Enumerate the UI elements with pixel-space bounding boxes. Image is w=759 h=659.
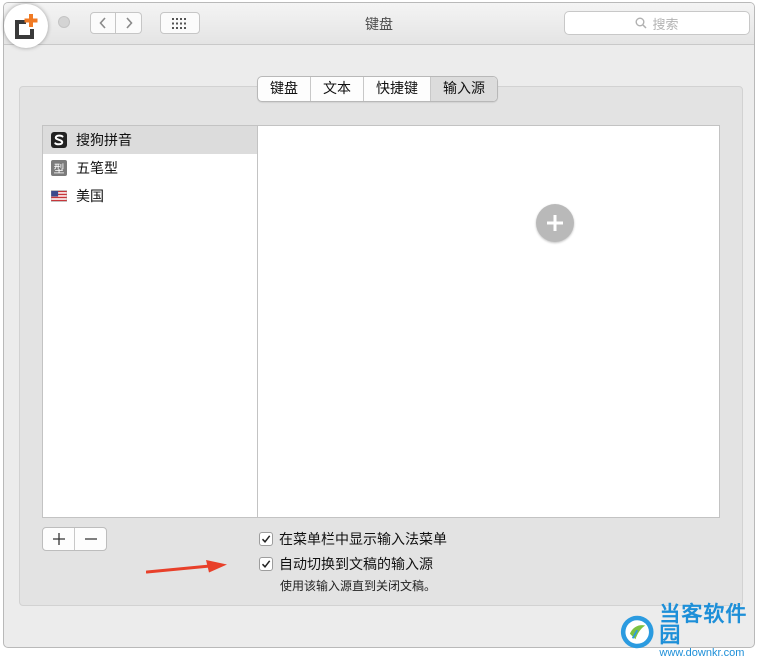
plus-icon — [52, 533, 65, 545]
show-menu-option[interactable]: 在菜单栏中显示输入法菜单 — [259, 529, 447, 549]
checkmark-icon — [261, 535, 271, 543]
us-flag-icon — [51, 188, 67, 204]
red-arrow-annotation-icon — [146, 560, 227, 574]
tab-text[interactable]: 文本 — [310, 77, 363, 101]
tab-bar: 键盘 文本 快捷键 输入源 — [257, 76, 498, 102]
auto-switch-checkbox[interactable] — [259, 557, 273, 571]
minus-icon — [84, 538, 97, 540]
input-source-list: 搜狗拼音 型 五笔型 美国 — [42, 125, 258, 518]
app-logo-icon — [4, 4, 48, 48]
list-item-label: 搜狗拼音 — [76, 133, 132, 149]
search-icon — [635, 17, 648, 29]
title-bar: 键盘 搜索 — [4, 3, 754, 45]
add-input-source-button[interactable] — [536, 204, 574, 242]
list-item-wubi[interactable]: 型 五笔型 — [43, 154, 257, 182]
auto-switch-note: 使用该输入源直到关闭文稿。 — [280, 579, 437, 593]
svg-text:型: 型 — [54, 162, 65, 176]
tab-shortcuts[interactable]: 快捷键 — [363, 77, 430, 101]
remove-button[interactable] — [74, 528, 106, 550]
tab-input-sources[interactable]: 输入源 — [430, 77, 497, 101]
tab-keyboard[interactable]: 键盘 — [258, 77, 310, 101]
list-item-label: 五笔型 — [76, 161, 118, 177]
auto-switch-option[interactable]: 自动切换到文稿的输入源 — [259, 554, 433, 574]
show-menu-label: 在菜单栏中显示输入法菜单 — [279, 532, 447, 548]
input-source-detail — [258, 125, 720, 518]
sogou-s-icon — [51, 132, 67, 148]
preferences-window: 键盘 搜索 键盘 文本 快捷键 输入源 搜狗拼音 型 五笔型 美国 在菜单栏中显… — [3, 2, 755, 648]
wubi-icon: 型 — [51, 160, 67, 176]
search-field[interactable]: 搜索 — [564, 11, 750, 35]
list-item-sogou[interactable]: 搜狗拼音 — [43, 126, 257, 154]
watermark-name: 当客软件园 — [659, 602, 748, 647]
auto-switch-label: 自动切换到文稿的输入源 — [279, 557, 433, 573]
show-menu-checkbox[interactable] — [259, 532, 273, 546]
list-item-us[interactable]: 美国 — [43, 182, 257, 210]
checkmark-icon — [261, 560, 271, 568]
list-item-label: 美国 — [76, 189, 104, 205]
plus-icon — [547, 215, 563, 231]
watermark: 当客软件园 www.downkr.com — [620, 604, 759, 659]
watermark-logo-icon — [620, 615, 654, 648]
add-remove-controls — [42, 527, 107, 551]
add-button[interactable] — [43, 528, 74, 550]
search-placeholder: 搜索 — [652, 17, 679, 33]
